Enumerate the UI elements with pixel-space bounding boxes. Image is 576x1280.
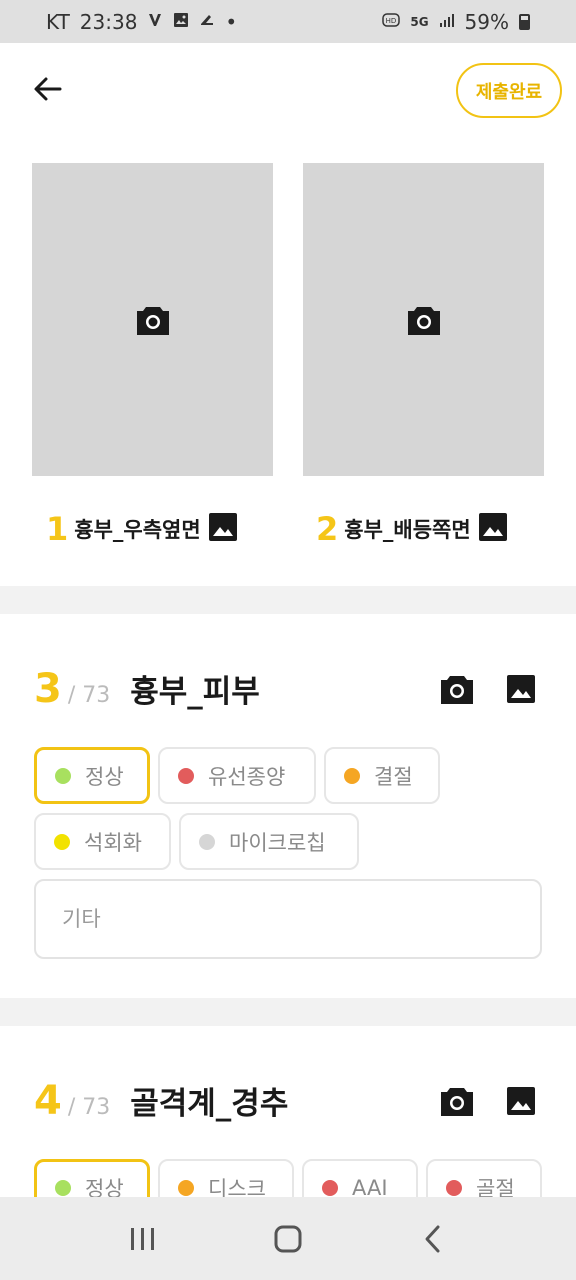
arrow-left-icon bbox=[34, 77, 62, 101]
status-dot bbox=[178, 1179, 194, 1196]
option-chip[interactable]: 골절 bbox=[426, 1159, 542, 1197]
etc-input[interactable] bbox=[34, 879, 542, 959]
system-navigation-bar bbox=[0, 1197, 576, 1280]
option-chip[interactable]: 마이크로칩 bbox=[179, 813, 359, 870]
option-label: 석회화 bbox=[84, 830, 142, 855]
gallery-icon bbox=[507, 675, 535, 703]
photo-slot-ventrodorsal[interactable] bbox=[303, 163, 544, 476]
more-notifications-dot: • bbox=[225, 9, 238, 34]
camera-icon bbox=[441, 676, 473, 704]
clock: 23:38 bbox=[79, 9, 138, 34]
option-chip[interactable]: 정상 bbox=[34, 1159, 150, 1197]
camera-button[interactable] bbox=[438, 1082, 476, 1120]
gallery-icon[interactable] bbox=[207, 511, 239, 547]
status-dot bbox=[55, 767, 71, 784]
section-header: 4 / 73 골격계_경추 bbox=[34, 1078, 288, 1124]
status-dot bbox=[54, 833, 70, 850]
gallery-button[interactable] bbox=[502, 670, 540, 708]
section-actions bbox=[438, 1082, 540, 1120]
option-chip[interactable]: 결절 bbox=[324, 747, 440, 804]
option-label: 디스크 bbox=[208, 1176, 266, 1198]
gallery-icon[interactable] bbox=[477, 511, 509, 547]
option-label: AAI bbox=[352, 1175, 388, 1198]
svg-text:HD: HD bbox=[386, 17, 397, 25]
option-label: 결절 bbox=[374, 764, 413, 789]
section-header: 3 / 73 흉부_피부 bbox=[34, 666, 260, 712]
photo-number: 1 bbox=[46, 510, 69, 548]
section-chest-skin: 3 / 73 흉부_피부 정상 유선종양 결절 석회화 마이크로칩 기타 bbox=[0, 614, 576, 998]
section-title: 흉부_피부 bbox=[130, 674, 260, 710]
battery-icon bbox=[519, 13, 530, 30]
status-bar: KT 23:38 • HD 5G 59% bbox=[0, 0, 576, 43]
back-button[interactable] bbox=[30, 71, 66, 107]
battery-percent: 59% bbox=[464, 9, 509, 34]
photo-label: 흉부_우측옆면 bbox=[74, 518, 201, 542]
section-number: 4 bbox=[34, 1078, 62, 1124]
camera-icon bbox=[136, 306, 169, 335]
gallery-icon bbox=[507, 1087, 535, 1115]
camera-icon bbox=[441, 1088, 473, 1116]
gallery-notification-icon bbox=[173, 12, 189, 32]
recent-apps-button[interactable] bbox=[113, 1209, 173, 1269]
status-left: KT 23:38 • bbox=[46, 10, 237, 34]
option-label: 마이크로칩 bbox=[229, 830, 326, 855]
status-dot bbox=[199, 833, 215, 850]
status-dot bbox=[344, 767, 360, 784]
signal-icon bbox=[439, 12, 455, 32]
chevron-left-icon bbox=[425, 1225, 440, 1252]
photo-caption-1: 1 흉부_우측옆면 bbox=[46, 510, 239, 548]
status-dot bbox=[446, 1179, 462, 1196]
app-bar: 제출완료 bbox=[0, 43, 576, 143]
photo-caption-2: 2 흉부_배등쪽면 bbox=[316, 510, 509, 548]
main-screen: 제출완료 1 흉부_우측옆면 2 흉부_배등쪽면 3 / 73 흉부_피부 정상… bbox=[0, 43, 576, 1197]
option-label: 유선종양 bbox=[208, 764, 286, 789]
camera-button[interactable] bbox=[438, 670, 476, 708]
option-chip[interactable]: 정상 bbox=[34, 747, 150, 804]
option-label: 정상 bbox=[85, 1176, 124, 1198]
status-dot bbox=[178, 767, 194, 784]
option-chip[interactable]: AAI bbox=[302, 1159, 418, 1197]
section-title: 골격계_경추 bbox=[130, 1086, 289, 1122]
status-dot bbox=[55, 1179, 71, 1196]
photo-number: 2 bbox=[316, 510, 339, 548]
section-total: / 73 bbox=[67, 683, 111, 708]
carrier-label: KT bbox=[46, 9, 70, 34]
photo-card: 1 흉부_우측옆면 2 흉부_배등쪽면 bbox=[0, 143, 576, 586]
section-cervical-spine: 4 / 73 골격계_경추 정상 디스크 AAI 골절 bbox=[0, 1026, 576, 1197]
status-right: HD 5G 59% bbox=[382, 10, 530, 34]
hd-voice-icon: HD bbox=[382, 12, 401, 31]
option-label: 정상 bbox=[85, 764, 124, 789]
recent-apps-icon bbox=[130, 1227, 154, 1250]
option-label: 골절 bbox=[476, 1176, 515, 1198]
shoe-notification-icon bbox=[199, 12, 215, 32]
status-dot bbox=[322, 1179, 338, 1196]
section-number: 3 bbox=[34, 666, 62, 712]
home-button[interactable] bbox=[258, 1209, 318, 1269]
option-chip[interactable]: 유선종양 bbox=[158, 747, 316, 804]
section-actions bbox=[438, 670, 540, 708]
option-chip[interactable]: 석회화 bbox=[34, 813, 171, 870]
home-icon bbox=[274, 1225, 302, 1252]
notification-app-icon bbox=[147, 12, 163, 32]
option-chip[interactable]: 디스크 bbox=[158, 1159, 294, 1197]
submit-complete-button[interactable]: 제출완료 bbox=[456, 63, 562, 118]
photo-label: 흉부_배등쪽면 bbox=[344, 518, 471, 542]
camera-icon bbox=[407, 306, 440, 335]
system-back-button[interactable] bbox=[403, 1209, 463, 1269]
section-total: / 73 bbox=[67, 1095, 111, 1120]
photo-slot-right-side[interactable] bbox=[32, 163, 273, 476]
gallery-button[interactable] bbox=[502, 1082, 540, 1120]
network-type-label: 5G bbox=[410, 14, 429, 29]
